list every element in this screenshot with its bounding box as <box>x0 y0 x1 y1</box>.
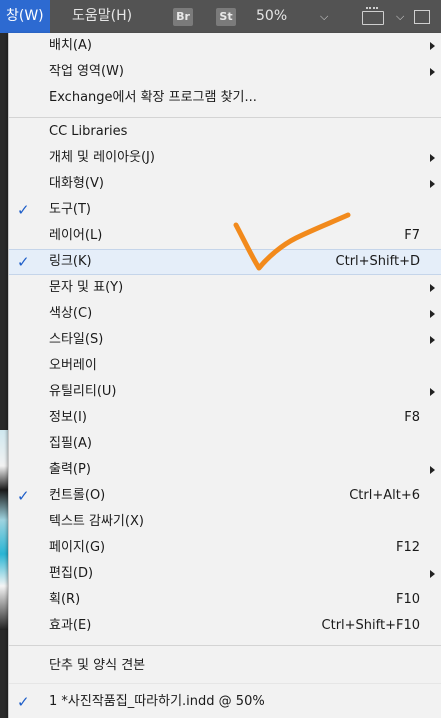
menu-item-output[interactable]: 출력(P) <box>9 457 441 483</box>
menu-item-interactive[interactable]: 대화형(V) <box>9 171 441 197</box>
stock-button[interactable]: St <box>216 8 236 26</box>
menu-item-text-wrap[interactable]: 텍스트 감싸기(X) <box>9 509 441 535</box>
shortcut-text: Ctrl+Shift+D <box>335 254 420 269</box>
submenu-arrow-icon <box>430 42 435 50</box>
menu-item-color[interactable]: 색상(C) <box>9 301 441 327</box>
menu-item-editorial[interactable]: 집필(A) <box>9 431 441 457</box>
checkmark-icon: ✓ <box>17 693 30 711</box>
menu-item-arrange[interactable]: 배치(A) <box>9 33 441 59</box>
chevron-down-icon[interactable]: ⌵ <box>396 0 404 33</box>
shortcut-text: F7 <box>404 228 420 243</box>
menu-help[interactable]: 도움말(H) <box>66 0 138 33</box>
menu-item-info[interactable]: 정보(I) F8 <box>9 405 441 431</box>
checkmark-icon: ✓ <box>17 253 30 271</box>
zoom-level[interactable]: 50% <box>256 0 287 33</box>
chevron-down-icon[interactable]: ⌵ <box>320 0 328 33</box>
submenu-arrow-icon <box>430 570 435 578</box>
submenu-arrow-icon <box>430 284 435 292</box>
menu-item-stroke[interactable]: 획(R) F10 <box>9 587 441 613</box>
shortcut-text: Ctrl+Alt+6 <box>349 488 420 503</box>
menu-item-find-extensions[interactable]: Exchange에서 확장 프로그램 찾기... <box>9 85 441 111</box>
submenu-arrow-icon <box>430 310 435 318</box>
menu-item-object-layout[interactable]: 개체 및 레이아웃(J) <box>9 145 441 171</box>
menu-item-sample-buttons-forms[interactable]: 단추 및 양식 견본 <box>9 653 441 679</box>
menu-item-type-tables[interactable]: 문자 및 표(Y) <box>9 275 441 301</box>
menu-item-pages[interactable]: 페이지(G) F12 <box>9 535 441 561</box>
shortcut-text: F10 <box>395 592 420 607</box>
shortcut-text: F12 <box>395 540 420 555</box>
checkmark-icon: ✓ <box>17 487 30 505</box>
menu-bar: 창(W) 도움말(H) Br St 50% ⌵ ⌵ <box>0 0 441 33</box>
submenu-arrow-icon <box>430 68 435 76</box>
menu-item-workspace[interactable]: 작업 영역(W) <box>9 59 441 85</box>
menu-separator <box>9 117 441 118</box>
menu-item-links[interactable]: ✓ 링크(K) Ctrl+Shift+D <box>9 249 441 275</box>
menu-item-styles[interactable]: 스타일(S) <box>9 327 441 353</box>
submenu-arrow-icon <box>430 466 435 474</box>
view-options-icon[interactable] <box>362 7 384 25</box>
menu-item-open-document[interactable]: ✓ 1 *사진작품집_따라하기.indd @ 50% <box>9 689 441 715</box>
menu-item-layers[interactable]: 레이어(L) F7 <box>9 223 441 249</box>
window-menu-dropdown: 배치(A) 작업 영역(W) Exchange에서 확장 프로그램 찾기... … <box>8 33 441 718</box>
menu-item-effects[interactable]: 효과(E) Ctrl+Shift+F10 <box>9 613 441 639</box>
shortcut-text: Ctrl+Shift+F10 <box>321 618 420 633</box>
submenu-arrow-icon <box>430 388 435 396</box>
menu-window[interactable]: 창(W) <box>0 0 50 33</box>
menu-separator <box>9 683 441 684</box>
menu-item-tools[interactable]: ✓ 도구(T) <box>9 197 441 223</box>
shortcut-text: F8 <box>404 410 420 425</box>
menu-item-cc-libraries[interactable]: CC Libraries <box>9 119 441 145</box>
menu-item-control[interactable]: ✓ 컨트롤(O) Ctrl+Alt+6 <box>9 483 441 509</box>
menu-item-utilities[interactable]: 유틸리티(U) <box>9 379 441 405</box>
submenu-arrow-icon <box>430 336 435 344</box>
menu-item-editing[interactable]: 편집(D) <box>9 561 441 587</box>
menu-item-overlays[interactable]: 오버레이 <box>9 353 441 379</box>
bridge-button[interactable]: Br <box>173 8 193 26</box>
screen-mode-icon[interactable] <box>414 10 430 24</box>
submenu-arrow-icon <box>430 154 435 162</box>
submenu-arrow-icon <box>430 180 435 188</box>
menu-separator <box>9 645 441 646</box>
checkmark-icon: ✓ <box>17 201 30 219</box>
